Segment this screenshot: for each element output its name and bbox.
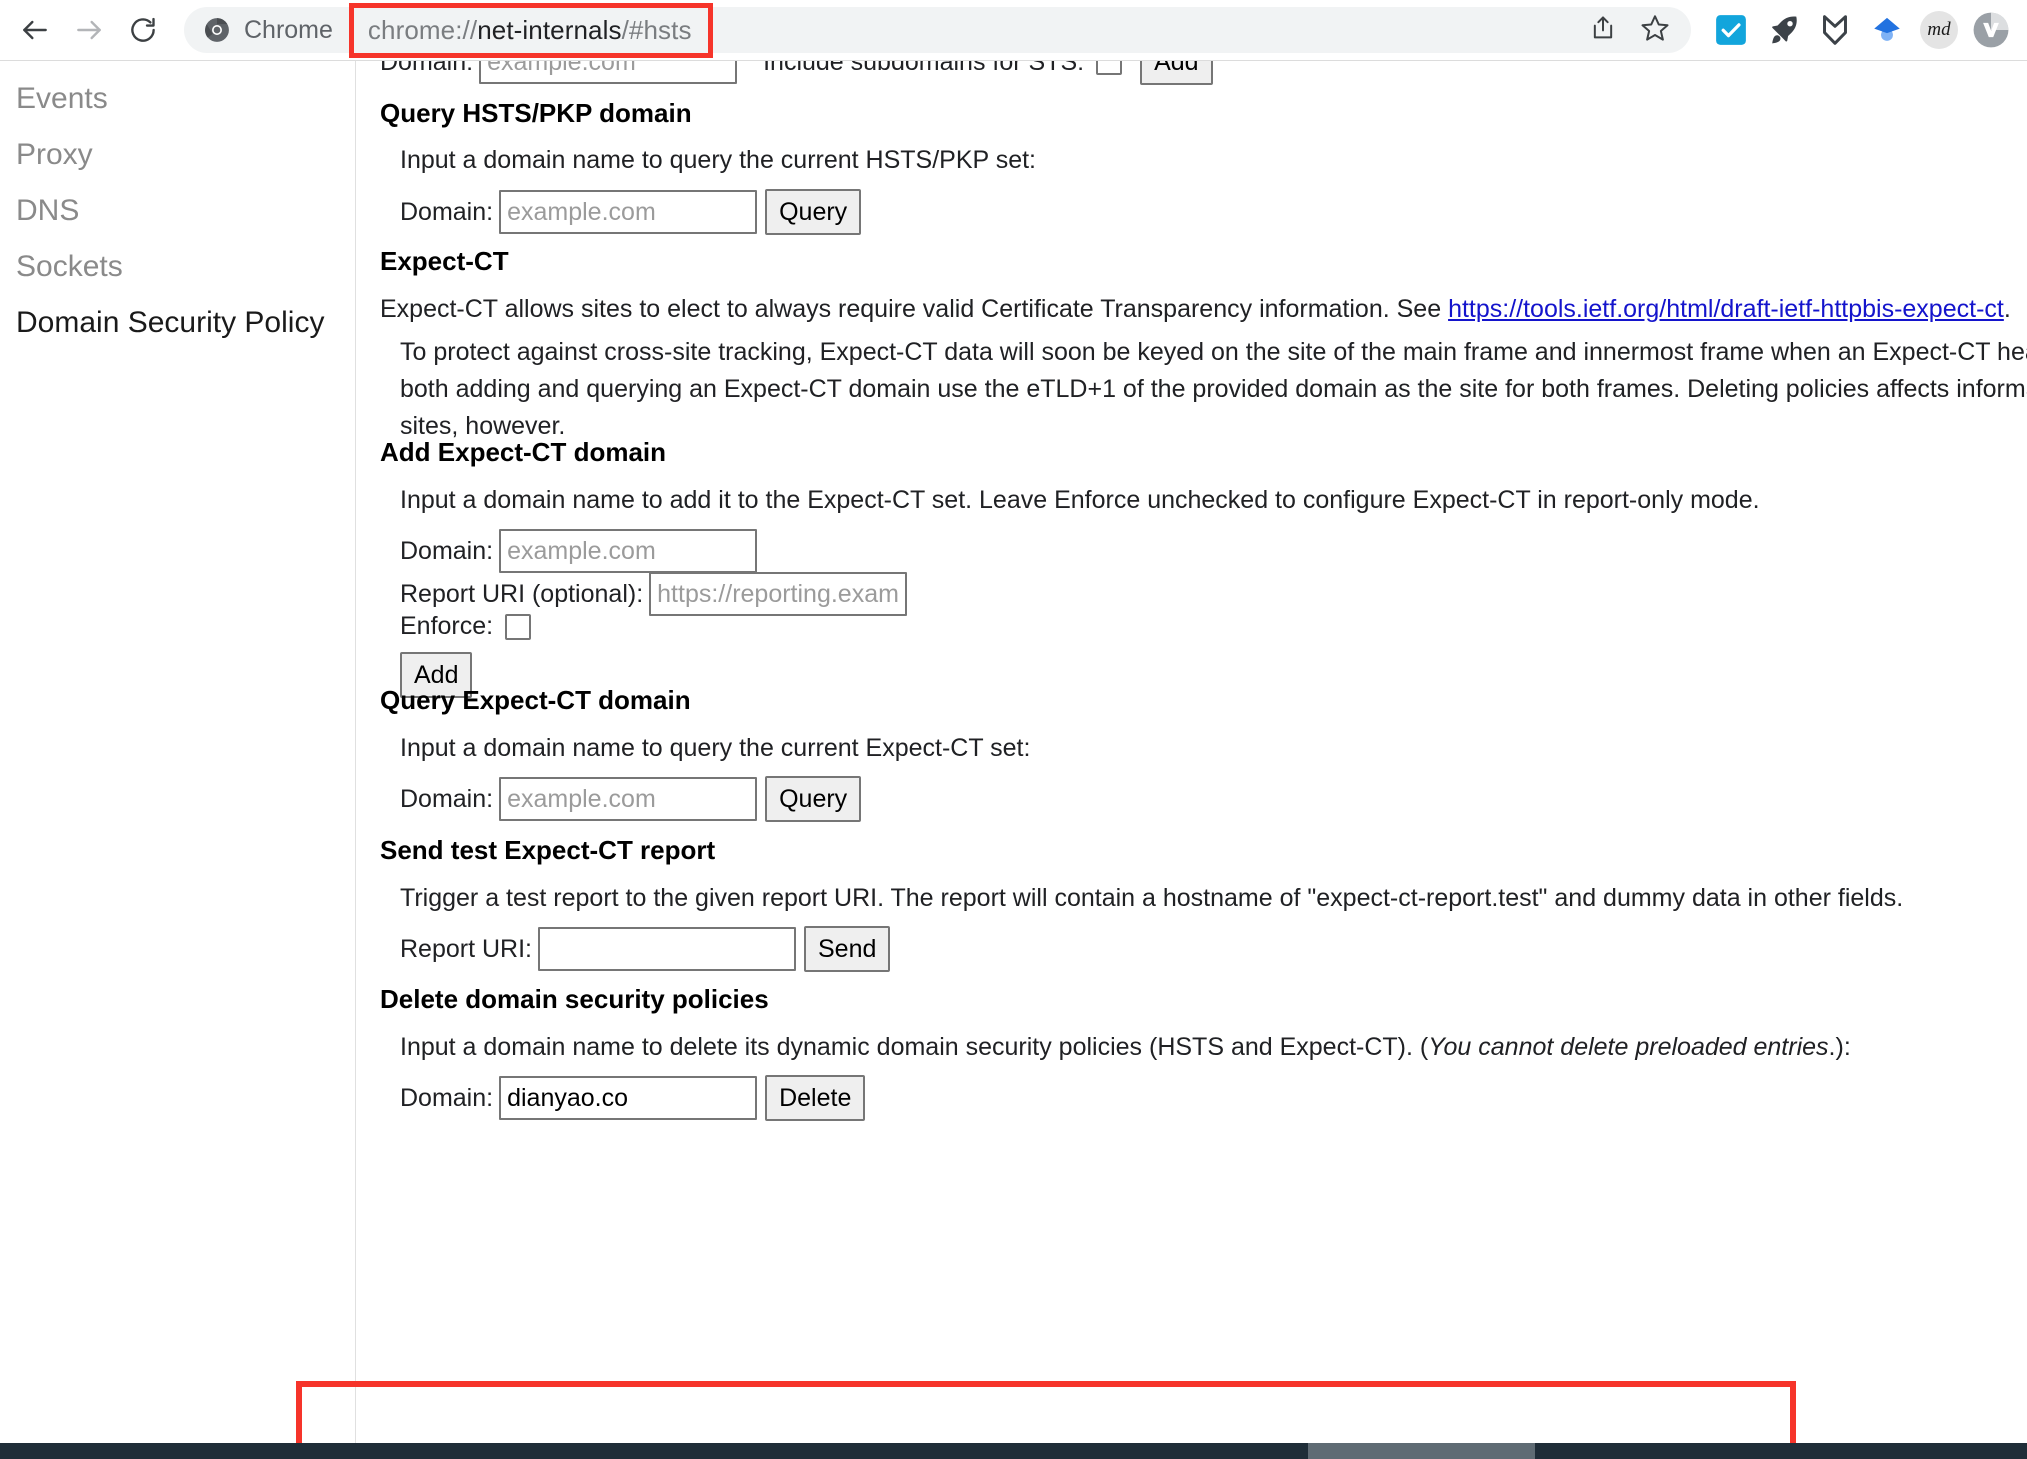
add-expect-ct-report-uri-input[interactable]	[649, 572, 907, 616]
omnibox-actions	[1577, 7, 1691, 53]
horizontal-scrollbar-thumb[interactable]	[1308, 1443, 1535, 1459]
chrome-brand-label: Chrome	[244, 16, 333, 45]
send-test-report-button[interactable]: Send	[804, 926, 890, 972]
expect-ct-intro-suffix: .	[2004, 295, 2011, 323]
add-hsts-domain-row-clipped: Domain: Include subdomains for STS: Add	[380, 61, 1213, 85]
net-internals-sidebar: Events Proxy DNS Sockets Domain Security…	[0, 61, 355, 1443]
add-expect-ct-report-uri-row: Report URI (optional):	[400, 572, 907, 616]
markdown-extension-icon[interactable]: md	[1913, 4, 1965, 56]
add-hsts-domain-input[interactable]	[479, 61, 737, 84]
include-subdomains-label: Include subdomains for STS:	[763, 61, 1084, 77]
query-hsts-domain-row: Domain: Query	[400, 189, 861, 235]
add-expect-ct-enforce-label: Enforce:	[400, 612, 493, 641]
diamond-extension-icon[interactable]	[1861, 4, 1913, 56]
send-test-report-uri-label: Report URI:	[400, 935, 532, 964]
shield-chevron-extension-icon[interactable]	[1809, 4, 1861, 56]
add-expect-ct-domain-row: Domain:	[400, 529, 757, 573]
expect-ct-intro: Expect-CT allows sites to elect to alway…	[380, 295, 2011, 324]
query-hsts-domain-label: Domain:	[400, 198, 493, 227]
add-expect-ct-domain-input[interactable]	[499, 529, 757, 573]
query-hsts-domain-input[interactable]	[499, 190, 757, 234]
url-host: net-internals	[477, 15, 621, 45]
delete-policies-domain-row: Domain: Delete	[400, 1075, 865, 1121]
page-area: Events Proxy DNS Sockets Domain Security…	[0, 60, 2027, 1443]
reload-button[interactable]	[116, 3, 170, 57]
arrow-right-icon	[73, 14, 105, 46]
query-hsts-description: Input a domain name to query the current…	[400, 146, 1036, 175]
delete-policies-title: Delete domain security policies	[380, 984, 769, 1015]
add-expect-ct-description: Input a domain name to add it to the Exp…	[400, 486, 1760, 515]
expect-ct-note-line-2: both adding and querying an Expect-CT do…	[400, 375, 2027, 404]
delete-policies-button[interactable]: Delete	[765, 1075, 865, 1121]
bookmark-button[interactable]	[1629, 7, 1681, 53]
delete-policies-desc-suffix: .):	[1829, 1033, 1851, 1061]
delete-policies-desc-italic: You cannot delete preloaded entries	[1428, 1033, 1828, 1061]
forward-button[interactable]	[62, 3, 116, 57]
sidebar-item-proxy[interactable]: Proxy	[0, 127, 355, 183]
send-test-report-uri-input[interactable]	[538, 927, 796, 971]
expect-ct-spec-link[interactable]: https://tools.ietf.org/html/draft-ietf-h…	[1448, 295, 2004, 323]
chrome-logo-icon	[204, 17, 230, 43]
add-expect-ct-domain-label: Domain:	[400, 537, 493, 566]
browser-toolbar: Chrome chrome://net-internals/#hsts	[0, 0, 2027, 60]
add-expect-ct-report-uri-label: Report URI (optional):	[400, 580, 643, 609]
send-test-report-title: Send test Expect-CT report	[380, 835, 715, 866]
star-icon	[1640, 13, 1670, 48]
url-text: chrome://net-internals/#hsts	[368, 15, 692, 46]
profile-avatar-icon[interactable]	[1965, 4, 2017, 56]
expect-ct-intro-prefix: Expect-CT allows sites to elect to alway…	[380, 295, 1448, 323]
delete-policies-domain-input[interactable]	[499, 1076, 757, 1120]
delete-policies-desc-prefix: Input a domain name to delete its dynami…	[400, 1033, 1428, 1061]
query-expect-ct-title: Query Expect-CT domain	[380, 685, 691, 716]
sidebar-item-dns[interactable]: DNS	[0, 183, 355, 239]
horizontal-scrollbar[interactable]	[0, 1443, 2027, 1459]
sidebar-item-sockets[interactable]: Sockets	[0, 239, 355, 295]
query-expect-ct-domain-label: Domain:	[400, 785, 493, 814]
add-hsts-button[interactable]: Add	[1140, 61, 1212, 85]
url-highlight-box[interactable]: chrome://net-internals/#hsts	[349, 3, 713, 58]
share-icon	[1589, 14, 1617, 47]
reload-icon	[128, 15, 158, 45]
expect-ct-keying-note: To protect against cross-site tracking, …	[400, 338, 2027, 441]
add-hsts-domain-label: Domain:	[380, 61, 473, 77]
add-expect-ct-enforce-checkbox[interactable]	[505, 614, 531, 640]
send-test-report-description: Trigger a test report to the given repor…	[400, 884, 1903, 913]
domain-security-policy-content: Domain: Include subdomains for STS: Add …	[356, 61, 2027, 1443]
sidebar-item-domain-security-policy[interactable]: Domain Security Policy	[0, 295, 355, 351]
query-hsts-button[interactable]: Query	[765, 189, 861, 235]
query-hsts-title: Query HSTS/PKP domain	[380, 98, 692, 129]
markdown-extension-label: md	[1920, 11, 1958, 49]
send-test-report-uri-row: Report URI: Send	[400, 926, 890, 972]
url-path: /#hsts	[622, 15, 692, 45]
query-expect-ct-button[interactable]: Query	[765, 776, 861, 822]
query-expect-ct-domain-input[interactable]	[499, 777, 757, 821]
include-subdomains-checkbox[interactable]	[1096, 61, 1122, 75]
expect-ct-title: Expect-CT	[380, 246, 509, 277]
address-bar[interactable]: Chrome chrome://net-internals/#hsts	[184, 7, 1691, 53]
extensions-bar: md	[1691, 4, 2027, 56]
arrow-left-icon	[19, 14, 51, 46]
back-button[interactable]	[8, 3, 62, 57]
delete-policies-description: Input a domain name to delete its dynami…	[400, 1033, 1851, 1062]
expect-ct-note-line-1: To protect against cross-site tracking, …	[400, 338, 2027, 367]
chrome-brand-chip: Chrome	[184, 16, 333, 45]
todo-checkbox-extension-icon[interactable]	[1705, 4, 1757, 56]
delete-policies-domain-label: Domain:	[400, 1084, 493, 1113]
share-button[interactable]	[1577, 7, 1629, 53]
url-scheme: chrome://	[368, 15, 477, 45]
sidebar-item-events[interactable]: Events	[0, 71, 355, 127]
rocket-extension-icon[interactable]	[1757, 4, 1809, 56]
query-expect-ct-description: Input a domain name to query the current…	[400, 734, 1030, 763]
add-expect-ct-title: Add Expect-CT domain	[380, 437, 666, 468]
add-expect-ct-enforce-row: Enforce:	[400, 612, 531, 641]
query-expect-ct-domain-row: Domain: Query	[400, 776, 861, 822]
